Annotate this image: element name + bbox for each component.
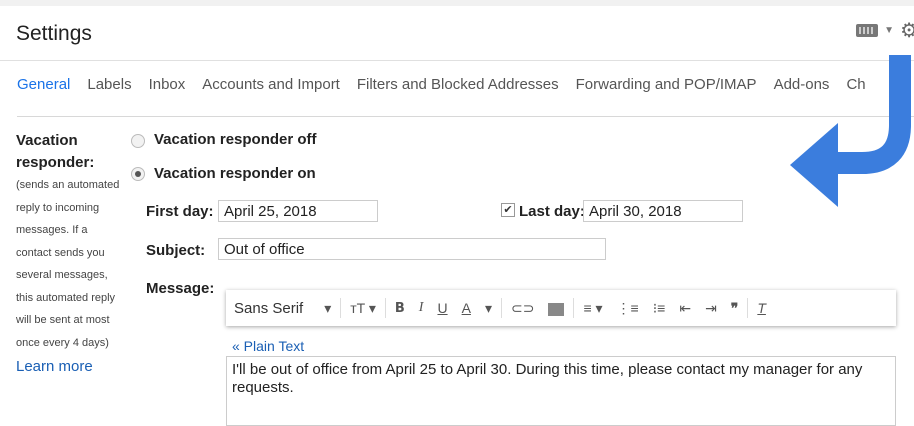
learn-more-link[interactable]: Learn more <box>16 358 136 375</box>
first-day-field[interactable]: April 25, 2018 <box>218 200 378 222</box>
description-line: reply to incoming <box>16 201 100 214</box>
remove-formatting-button[interactable]: T <box>750 300 773 316</box>
toolbar-separator <box>747 298 749 318</box>
numbered-list-icon[interactable]: ⋮≡ <box>610 300 646 317</box>
text-color-dropdown-icon[interactable]: ▾ <box>478 300 499 317</box>
page-title: Settings <box>16 22 92 45</box>
italic-button[interactable]: I <box>412 300 431 316</box>
header-divider <box>0 60 914 61</box>
toolbar-separator <box>340 298 342 318</box>
first-day-label: First day: <box>146 203 214 220</box>
last-day-checkbox[interactable]: ✔ <box>501 203 515 217</box>
text-color-button[interactable]: A <box>455 300 478 316</box>
message-label: Message: <box>146 280 215 297</box>
tab-inbox[interactable]: Inbox <box>149 76 186 93</box>
toolbar-separator <box>500 298 502 318</box>
description-line: several messages, <box>16 269 108 281</box>
font-size-icon[interactable]: ᴛT ▾ <box>343 300 383 317</box>
gear-icon[interactable]: ⚙ <box>900 18 914 43</box>
tabs-divider <box>17 116 914 117</box>
subject-field[interactable]: Out of office <box>218 238 606 260</box>
section-description: (sends an automated reply to incoming me… <box>16 174 136 354</box>
underline-button[interactable]: U <box>430 300 454 316</box>
tab-forwarding[interactable]: Forwarding and POP/IMAP <box>576 76 757 93</box>
indent-less-icon[interactable]: ⇤ <box>672 300 698 317</box>
font-select[interactable]: Sans Serif <box>226 300 310 317</box>
section-heading: Vacation responder: <box>16 132 95 171</box>
window-top-border <box>0 0 914 6</box>
header-tools: ▼ ⚙ <box>856 18 914 43</box>
description-line: contact sends you <box>16 246 105 259</box>
subject-label: Subject: <box>146 242 206 259</box>
description-line: this automated reply <box>16 291 116 304</box>
formatting-toolbar: Sans Serif ▾ ᴛT ▾ B I U A ▾ ⊂⊃ ≡ ▾ ⋮≡ ⁝≡… <box>226 290 896 326</box>
tab-filters[interactable]: Filters and Blocked Addresses <box>357 76 559 93</box>
quote-icon[interactable]: ❞ <box>724 300 746 317</box>
chevron-down-icon[interactable]: ▼ <box>884 25 894 36</box>
bulleted-list-icon[interactable]: ⁝≡ <box>646 300 673 317</box>
last-day-field[interactable]: April 30, 2018 <box>583 200 743 222</box>
responder-off-label[interactable]: Vacation responder off <box>154 131 317 148</box>
link-icon[interactable]: ⊂⊃ <box>504 300 541 317</box>
plain-text-link[interactable]: « Plain Text <box>232 338 304 354</box>
keyboard-icon[interactable] <box>856 24 879 37</box>
description-line: once every 4 days) <box>16 336 109 349</box>
description-line: messages. If a <box>16 224 88 236</box>
indent-more-icon[interactable]: ⇥ <box>698 300 724 317</box>
curved-arrow-icon <box>790 55 911 207</box>
tab-accounts-import[interactable]: Accounts and Import <box>202 76 340 93</box>
tab-general[interactable]: General <box>17 76 70 93</box>
toolbar-separator <box>573 298 575 318</box>
responder-on-radio[interactable] <box>131 167 145 181</box>
responder-on-label[interactable]: Vacation responder on <box>154 165 316 182</box>
vacation-sidebar: Vacation responder: (sends an automated … <box>16 130 136 375</box>
description-line: will be sent at most <box>16 314 110 326</box>
font-dropdown-icon[interactable]: ▾ <box>310 300 338 317</box>
settings-tabs: General Labels Inbox Accounts and Import… <box>17 76 883 93</box>
bold-button[interactable]: B <box>388 301 412 316</box>
last-day-label: Last day: <box>519 203 585 220</box>
toolbar-separator <box>384 298 386 318</box>
tab-labels[interactable]: Labels <box>87 76 131 93</box>
responder-off-radio[interactable] <box>131 134 145 148</box>
image-icon[interactable] <box>541 300 571 316</box>
description-line: (sends an automated <box>16 179 120 191</box>
align-icon[interactable]: ≡ ▾ <box>576 300 609 317</box>
